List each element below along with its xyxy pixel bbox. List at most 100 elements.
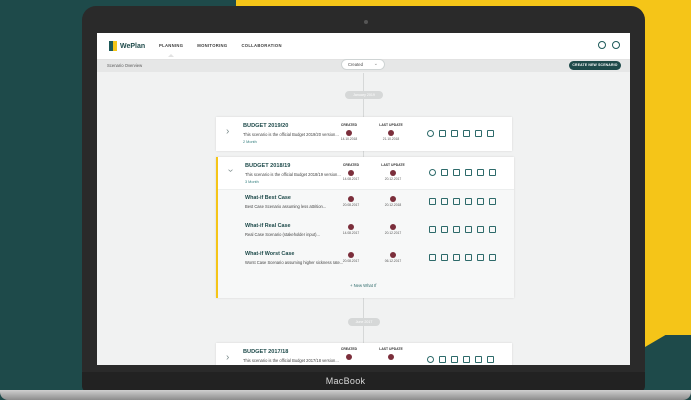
- created-column: CREATED 14.10.2018: [334, 123, 364, 141]
- scenario-desc: This scenario is the official Budget 201…: [245, 172, 341, 177]
- scenario-title[interactable]: BUDGET 2018/19: [245, 163, 290, 169]
- new-whatif-button[interactable]: + New What If: [350, 283, 376, 288]
- scenario-card[interactable]: › BUDGET 2017/18 This scenario is the of…: [216, 343, 512, 365]
- nav-planning[interactable]: PLANNING: [159, 43, 183, 57]
- copy-icon[interactable]: [475, 130, 482, 137]
- avatar: [390, 170, 396, 176]
- chevron-down-icon: ⌄: [373, 61, 378, 67]
- grid-icon[interactable]: [439, 130, 446, 137]
- laptop-base: [0, 390, 691, 400]
- chevron-right-icon[interactable]: ›: [226, 126, 229, 137]
- scenario-title[interactable]: BUDGET 2019/20: [243, 123, 288, 129]
- top-bar: WePlan PLANNING MONITORING COLLABORATION: [97, 33, 630, 60]
- chart-icon[interactable]: [465, 254, 472, 261]
- trash-icon[interactable]: [487, 356, 494, 363]
- chart-icon[interactable]: [463, 356, 470, 363]
- settings-icon[interactable]: [598, 41, 606, 49]
- whatif-row[interactable]: What-if Real Case Real Case Scenario (st…: [218, 223, 514, 251]
- chart-icon[interactable]: [465, 169, 472, 176]
- scenario-actions: [427, 130, 494, 137]
- nav-collaboration[interactable]: COLLABORATION: [241, 43, 281, 48]
- trash-icon[interactable]: [489, 226, 496, 233]
- grid-icon[interactable]: [439, 356, 446, 363]
- updated-column: 20.12.2017: [378, 221, 408, 235]
- scenario-actions: [427, 356, 494, 363]
- scenario-actions: [429, 169, 496, 176]
- scenario-card-expanded[interactable]: › BUDGET 2018/19 This scenario is the of…: [216, 157, 514, 298]
- list-icon[interactable]: [453, 169, 460, 176]
- scenario-title[interactable]: BUDGET 2017/18: [243, 349, 288, 355]
- scenario-card[interactable]: › BUDGET 2019/20 This scenario is the of…: [216, 117, 512, 151]
- copy-icon[interactable]: [477, 226, 484, 233]
- created-column: 20.08.2017: [336, 249, 366, 263]
- avatar: [388, 130, 394, 136]
- user-icon[interactable]: [612, 41, 620, 49]
- filter-dropdown[interactable]: Created ⌄: [341, 59, 385, 70]
- avatar: [348, 170, 354, 176]
- list-icon[interactable]: [453, 226, 460, 233]
- app-screen: WePlan PLANNING MONITORING COLLABORATION…: [97, 33, 630, 365]
- filter-icon[interactable]: [429, 198, 436, 205]
- logo-icon: [109, 41, 117, 51]
- avatar: [348, 224, 354, 230]
- nav-monitoring[interactable]: MONITORING: [197, 43, 227, 48]
- updated-header: LAST UPDATE: [379, 123, 403, 127]
- grid-icon[interactable]: [441, 254, 448, 261]
- copy-icon[interactable]: [475, 356, 482, 363]
- whatif-title[interactable]: What-if Worst Case: [245, 251, 294, 257]
- timeline-label-mid: June 2017: [348, 318, 380, 326]
- scenario-duration[interactable]: 2 Month: [243, 140, 257, 144]
- whatif-row[interactable]: What-if Worst Case Worst Case Scenario a…: [218, 251, 514, 279]
- created-column: 14.08.2017: [336, 221, 366, 235]
- scenario-duration[interactable]: 3 Month: [245, 180, 259, 184]
- grid-icon[interactable]: [441, 198, 448, 205]
- chevron-down-icon[interactable]: ›: [225, 169, 236, 172]
- whatif-title[interactable]: What-if Real Case: [245, 223, 291, 229]
- filter-icon[interactable]: [429, 226, 436, 233]
- gear-icon[interactable]: [429, 169, 436, 176]
- chart-icon[interactable]: [465, 226, 472, 233]
- avatar: [348, 252, 354, 258]
- updated-column: LAST UPDATE: [376, 347, 406, 361]
- updated-header: LAST UPDATE: [379, 347, 403, 351]
- chart-icon[interactable]: [465, 198, 472, 205]
- created-date: 14.08.2017: [342, 231, 360, 235]
- list-icon[interactable]: [453, 198, 460, 205]
- created-header: CREATED: [340, 123, 358, 127]
- gear-icon[interactable]: [427, 356, 434, 363]
- whatif-title[interactable]: What-if Best Case: [245, 195, 291, 201]
- avatar: [390, 252, 396, 258]
- trash-icon[interactable]: [489, 254, 496, 261]
- grid-icon[interactable]: [441, 169, 448, 176]
- updated-date: 20.12.2017: [384, 231, 402, 235]
- logo-text: WePlan: [120, 42, 146, 50]
- gear-icon[interactable]: [427, 130, 434, 137]
- chevron-right-icon[interactable]: ›: [226, 352, 229, 363]
- chart-icon[interactable]: [463, 130, 470, 137]
- whatif-row[interactable]: What-if Best Case Best Case Scenario ass…: [218, 195, 514, 223]
- filter-icon[interactable]: [429, 254, 436, 261]
- create-scenario-button[interactable]: CREATE NEW SCENARIO: [569, 61, 621, 70]
- grid-icon[interactable]: [441, 226, 448, 233]
- trash-icon[interactable]: [489, 169, 496, 176]
- logo[interactable]: WePlan: [109, 41, 145, 51]
- copy-icon[interactable]: [477, 198, 484, 205]
- created-date: 20.08.2017: [342, 259, 360, 263]
- copy-icon[interactable]: [477, 254, 484, 261]
- whatif-actions: [429, 254, 496, 261]
- trash-icon[interactable]: [489, 198, 496, 205]
- updated-date: 20.12.2017: [384, 177, 402, 181]
- avatar: [390, 224, 396, 230]
- updated-header: LAST UPDATE: [381, 163, 405, 167]
- copy-icon[interactable]: [477, 169, 484, 176]
- whatif-desc: Best Case Scenario assuming less attriti…: [245, 204, 327, 209]
- list-icon[interactable]: [453, 254, 460, 261]
- updated-column: 20.12.2018: [378, 193, 408, 207]
- created-date: 14.10.2018: [340, 137, 358, 141]
- list-icon[interactable]: [451, 130, 458, 137]
- trash-icon[interactable]: [487, 130, 494, 137]
- list-icon[interactable]: [451, 356, 458, 363]
- created-date: 20.08.2017: [342, 203, 360, 207]
- avatar: [348, 196, 354, 202]
- created-column: 20.08.2017: [336, 193, 366, 207]
